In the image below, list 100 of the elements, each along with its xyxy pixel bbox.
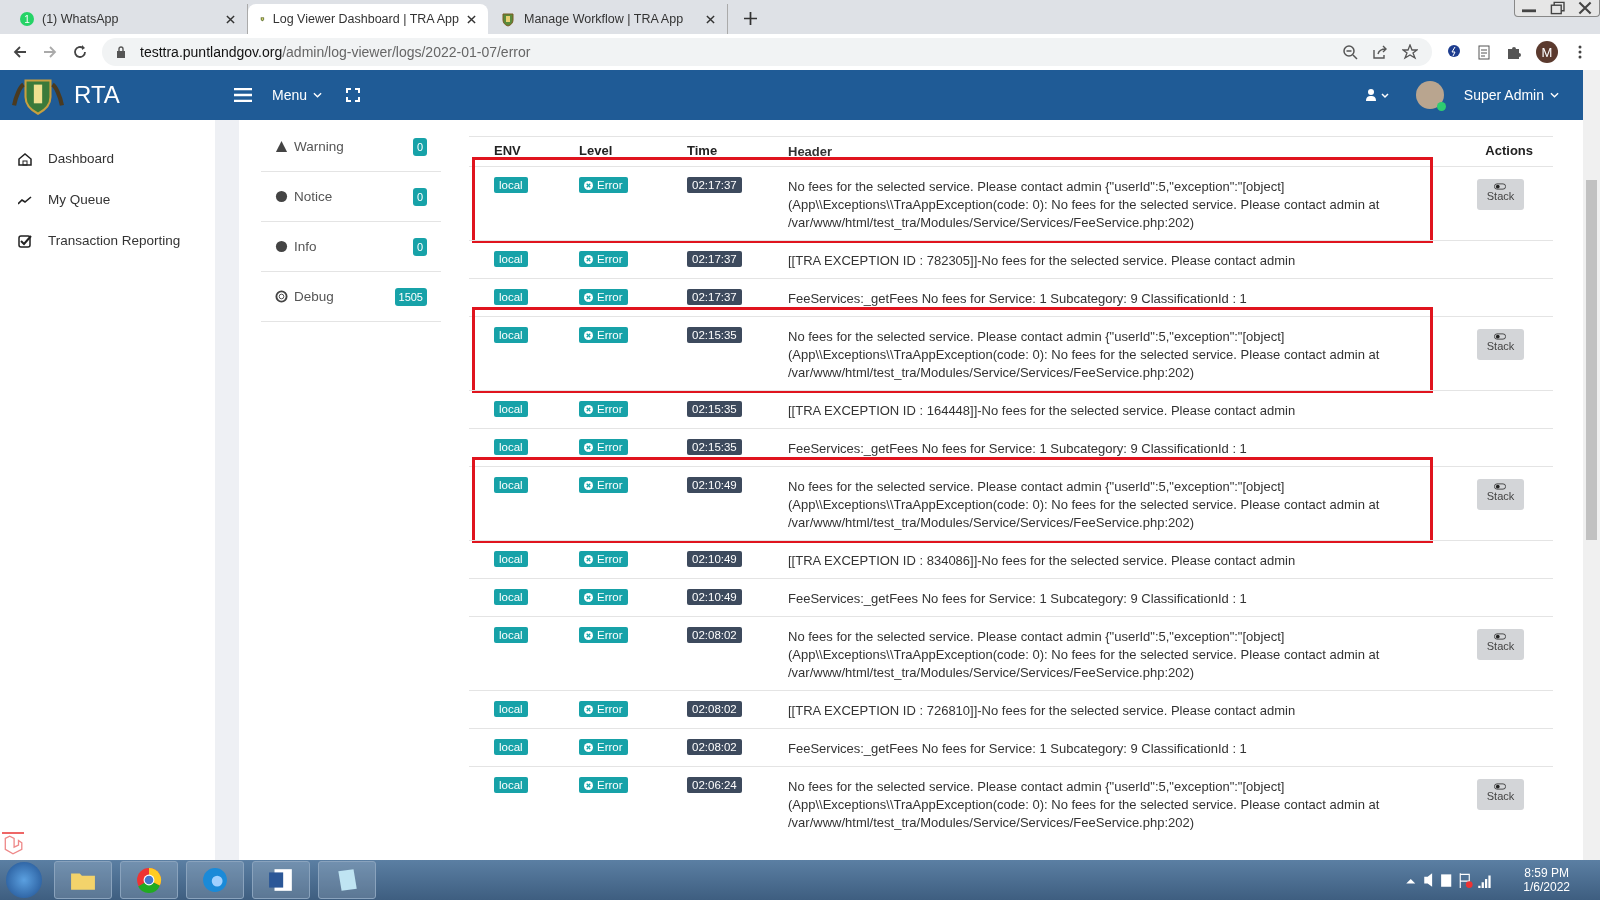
count-badge: 1505 bbox=[394, 287, 427, 306]
count-badge: 0 bbox=[412, 187, 427, 206]
user-avatar[interactable] bbox=[1415, 81, 1444, 109]
stack-button[interactable]: Stack bbox=[1476, 179, 1525, 210]
level-badge: Error bbox=[579, 327, 628, 343]
log-header-text: [[TRA EXCEPTION ID : 834086]]-No fees for the selected service. Please contact admin bbox=[788, 553, 1296, 568]
home-icon bbox=[18, 151, 32, 166]
level-filter-item[interactable]: Notice 0 bbox=[261, 172, 441, 222]
level-badge: Error bbox=[579, 477, 628, 493]
env-badge: local bbox=[494, 551, 528, 567]
env-badge: local bbox=[494, 701, 528, 717]
log-header-text: FeeServices:_getFees No fees for Service: 1 Subcategory: 9 ClassificationId : 1 bbox=[788, 441, 1247, 456]
close-icon[interactable] bbox=[706, 14, 715, 24]
column-header: ENV bbox=[493, 143, 522, 160]
log-header-text: [[TRA EXCEPTION ID : 726810]]-No fees for the selected service. Please contact admin bbox=[788, 703, 1296, 718]
toggle-icon bbox=[1494, 183, 1507, 190]
crest-icon bbox=[500, 11, 516, 27]
level-filter-item[interactable]: Info 0 bbox=[261, 222, 441, 272]
time-badge: 02:08:02 bbox=[687, 701, 742, 717]
menu-dropdown[interactable]: Menu bbox=[268, 83, 327, 107]
count-badge: 0 bbox=[412, 137, 427, 156]
browser-tab[interactable]: Log Viewer Dashboard | TRA App bbox=[248, 4, 488, 34]
level-badge: Error bbox=[579, 739, 628, 755]
time-badge: 02:06:24 bbox=[687, 777, 742, 793]
scrollbar[interactable] bbox=[1583, 70, 1600, 860]
log-header-text: FeeServices:_getFees No fees for Service: 1 Subcategory: 9 ClassificationId : 1 bbox=[788, 591, 1247, 606]
menu-icon[interactable] bbox=[234, 88, 252, 102]
sidebar-item[interactable]: Transaction Reporting bbox=[0, 220, 215, 261]
fullscreen-icon[interactable] bbox=[346, 88, 361, 102]
level-filter-item[interactable]: Debug 1505 bbox=[261, 272, 441, 322]
column-header: Time bbox=[687, 143, 719, 160]
toggle-icon bbox=[1494, 483, 1507, 490]
env-badge: local bbox=[494, 251, 528, 267]
env-badge: local bbox=[494, 777, 528, 793]
close-icon[interactable] bbox=[467, 14, 476, 24]
user-menu[interactable]: Super Admin bbox=[1459, 83, 1563, 107]
tab-title: Log Viewer Dashboard | TRA App bbox=[272, 12, 459, 26]
log-header-text: No fees for the selected service. Please contact admin {"userId":5,"exception":"[object] (App\\Exceptions\\TraAppException(code: 0): No fees for the selected service. Please contact admin at /var/www/html/test_tra/Modules/Service/Services/FeeService.php:202) bbox=[788, 329, 1380, 380]
column-header: Header bbox=[788, 143, 834, 161]
sidebar-item[interactable]: My Queue bbox=[0, 179, 215, 220]
bookmark-star-icon[interactable] bbox=[1402, 44, 1418, 60]
clipboard-icon[interactable] bbox=[1476, 44, 1492, 60]
chat-badge-icon: 1 bbox=[20, 12, 34, 26]
stack-button[interactable]: Stack bbox=[1476, 479, 1525, 510]
level-badge: Error bbox=[579, 589, 628, 605]
time-badge: 02:10:49 bbox=[687, 477, 742, 493]
user-dropdown-icon[interactable] bbox=[1365, 88, 1390, 102]
clock-time: 8:59 PM bbox=[1524, 866, 1569, 880]
reload-icon[interactable] bbox=[72, 44, 88, 60]
toggle-icon bbox=[1494, 633, 1507, 640]
share-icon[interactable] bbox=[1372, 44, 1388, 60]
time-badge: 02:17:37 bbox=[687, 251, 742, 267]
warning-icon bbox=[275, 140, 288, 153]
profile-avatar[interactable]: M bbox=[1536, 41, 1558, 63]
start-button[interactable] bbox=[6, 862, 42, 898]
level-badge: Error bbox=[579, 289, 628, 305]
puzzle-icon[interactable] bbox=[1506, 44, 1522, 60]
stack-button[interactable]: Stack bbox=[1476, 629, 1525, 660]
time-badge: 02:15:35 bbox=[687, 439, 742, 455]
stack-button[interactable]: Stack bbox=[1476, 779, 1525, 810]
level-badge: Error bbox=[579, 551, 628, 567]
level-filter-item[interactable]: Warning 0 bbox=[261, 122, 441, 172]
env-badge: local bbox=[494, 739, 528, 755]
address-bar[interactable]: testtra.puntlandgov.org/admin/log-viewer/logs/2022-01-07/error bbox=[102, 38, 1432, 66]
time-badge: 02:15:35 bbox=[687, 401, 742, 417]
level-badge: Error bbox=[579, 777, 628, 793]
log-header-text: [[TRA EXCEPTION ID : 782305]]-No fees for the selected service. Please contact admin bbox=[788, 253, 1296, 268]
stack-button[interactable]: Stack bbox=[1476, 329, 1525, 360]
log-header-text: FeeServices:_getFees No fees for Service: 1 Subcategory: 9 ClassificationId : 1 bbox=[788, 741, 1247, 756]
sidebar-item[interactable]: Dashboard bbox=[0, 138, 215, 179]
env-badge: local bbox=[494, 589, 528, 605]
clock-date: 1/6/2022 bbox=[1523, 880, 1570, 894]
level-badge: Error bbox=[579, 401, 628, 417]
time-badge: 02:15:35 bbox=[687, 327, 742, 343]
env-badge: local bbox=[494, 439, 528, 455]
brand-name: RTA bbox=[74, 81, 121, 109]
time-badge: 02:10:49 bbox=[687, 589, 742, 605]
close-icon[interactable] bbox=[226, 14, 235, 24]
time-badge: 02:08:02 bbox=[687, 739, 742, 755]
log-header-text: [[TRA EXCEPTION ID : 164448]]-No fees for the selected service. Please contact admin bbox=[788, 403, 1296, 418]
notepad-taskbar-icon[interactable] bbox=[318, 861, 376, 899]
caret-icon bbox=[313, 92, 323, 98]
log-header-text: No fees for the selected service. Please contact admin {"userId":5,"exception":"[object] (App\\Exceptions\\TraAppException(code: 0): No fees for the selected service. Please contact admin at /var/www/html/test_tra/Modules/Service/Services/FeeService.php:202) bbox=[788, 629, 1380, 680]
time-badge: 02:17:37 bbox=[687, 289, 742, 305]
back-icon[interactable] bbox=[12, 44, 28, 60]
lock-icon bbox=[116, 46, 126, 58]
extension-icon[interactable] bbox=[1446, 44, 1462, 60]
env-badge: local bbox=[494, 477, 528, 493]
url-text: testtra.puntlandgov.org/admin/log-viewer/logs/2022-01-07/error bbox=[140, 44, 531, 60]
column-header: Level bbox=[579, 143, 614, 160]
time-badge: 02:10:49 bbox=[687, 551, 742, 567]
browser-taskbar-icon[interactable] bbox=[120, 861, 178, 899]
tab-title: Manage Workflow | TRA App bbox=[524, 12, 685, 26]
folder-taskbar-icon[interactable] bbox=[54, 861, 112, 899]
document-taskbar-icon[interactable] bbox=[252, 861, 310, 899]
new-tab-icon[interactable] bbox=[744, 12, 757, 25]
env-badge: local bbox=[494, 627, 528, 643]
env-badge: local bbox=[494, 177, 528, 193]
log-header-text: No fees for the selected service. Please contact admin {"userId":5,"exception":"[object] (App\\Exceptions\\TraAppException(code: 0): No fees for the selected service. Please contact admin at /var/www/html/test_tra/Modules/Service/Services/FeeService.php:202) bbox=[788, 779, 1380, 830]
zoom-out-icon[interactable] bbox=[1342, 44, 1358, 60]
